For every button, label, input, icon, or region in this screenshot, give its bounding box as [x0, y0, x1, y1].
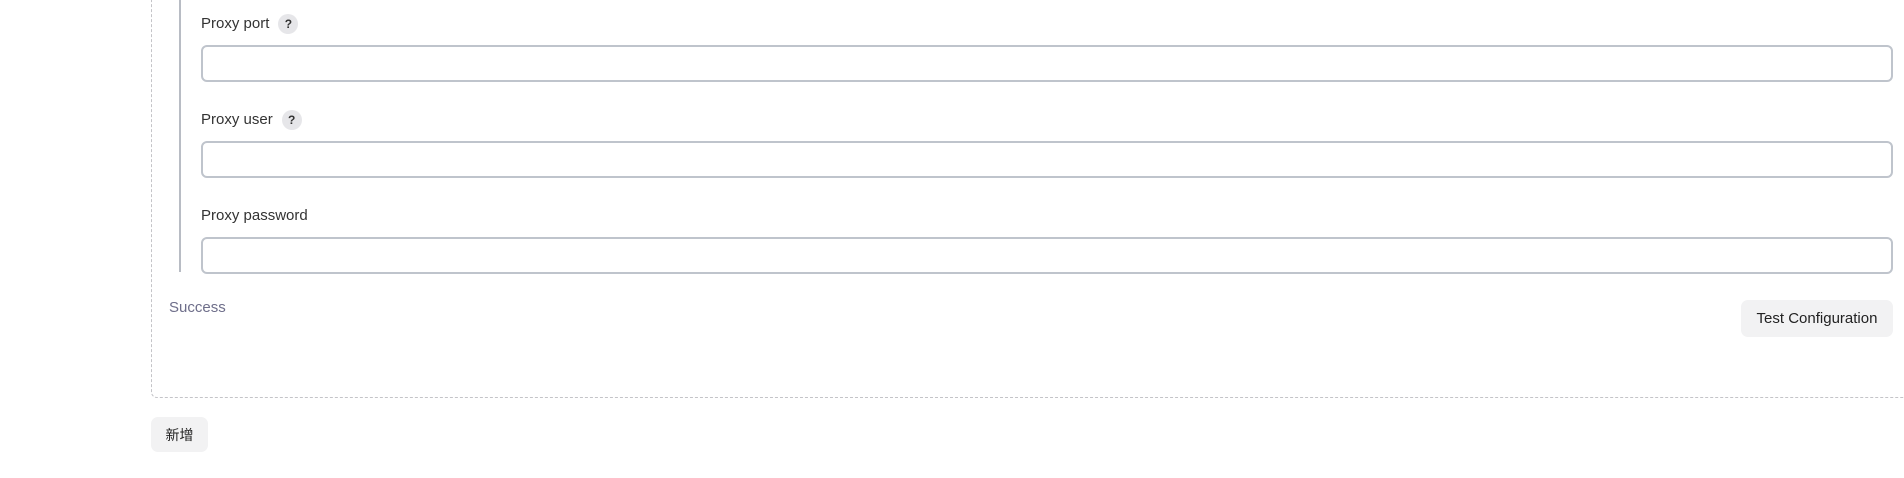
- proxy-password-input[interactable]: [201, 237, 1893, 274]
- proxy-password-label-row: Proxy password: [201, 205, 308, 227]
- proxy-user-label: Proxy user: [201, 111, 273, 128]
- add-button[interactable]: 新增: [151, 417, 208, 452]
- optional-block-indicator-line: [179, 0, 181, 272]
- proxy-user-label-row: Proxy user ?: [201, 109, 302, 131]
- proxy-configuration-page: Proxy port ? Proxy user ? Proxy password…: [0, 0, 1904, 478]
- proxy-port-label: Proxy port: [201, 15, 270, 32]
- proxy-user-help-icon[interactable]: ?: [281, 110, 302, 130]
- proxy-port-input[interactable]: [201, 45, 1893, 82]
- proxy-port-label-row: Proxy port ?: [201, 13, 299, 35]
- test-status-text: Success: [169, 299, 226, 316]
- proxy-password-label: Proxy password: [201, 207, 308, 224]
- proxy-user-input[interactable]: [201, 141, 1893, 178]
- test-configuration-button[interactable]: Test Configuration: [1741, 300, 1893, 337]
- proxy-port-help-icon[interactable]: ?: [278, 14, 299, 34]
